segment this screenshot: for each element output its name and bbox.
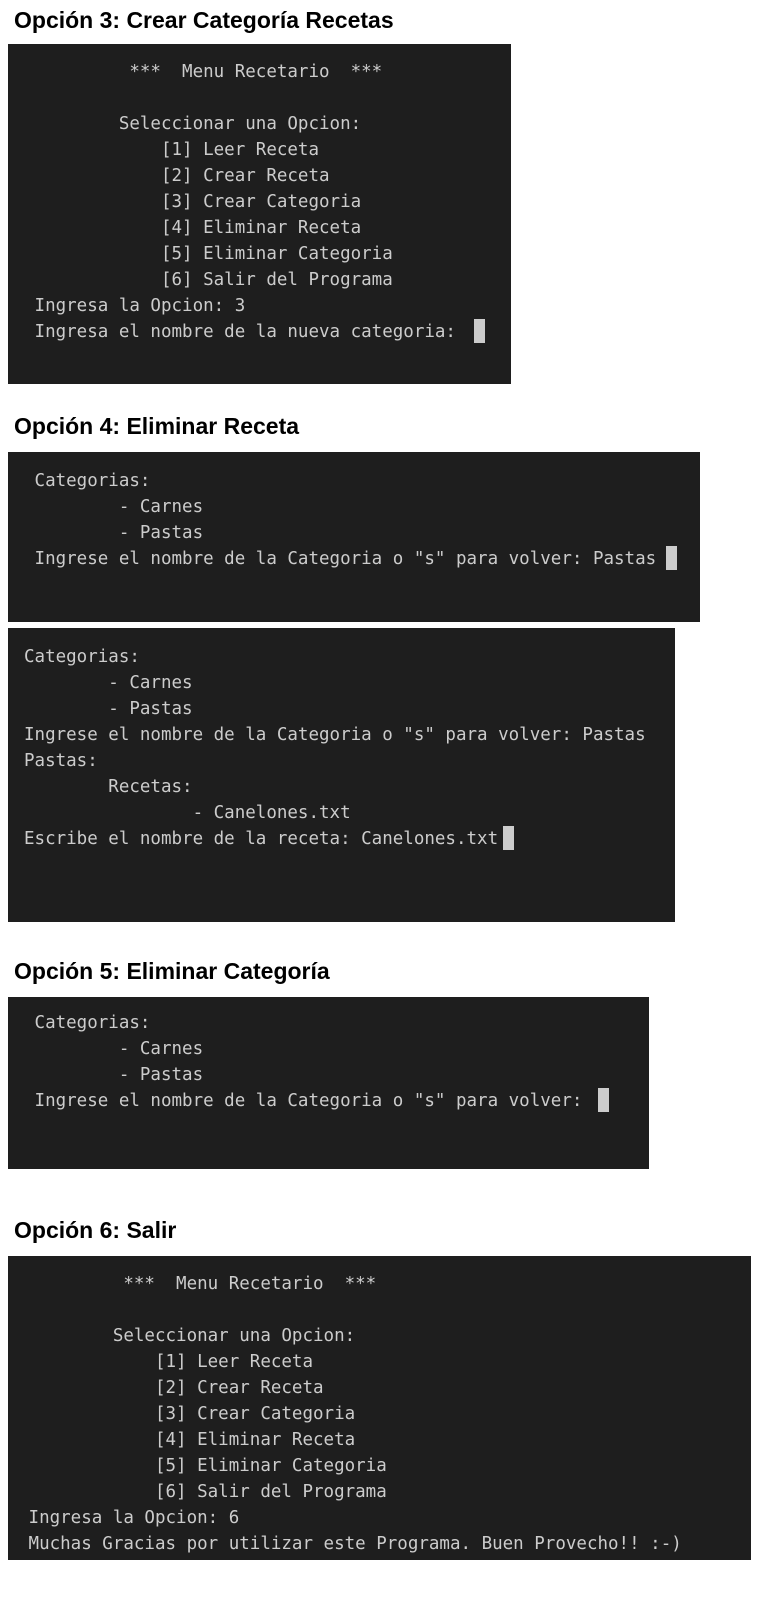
- terminal-line: Ingresa el nombre de la nueva categoria:: [24, 322, 467, 342]
- terminal-line: *** Menu Recetario ***: [24, 62, 383, 82]
- terminal-line: - Pastas: [24, 699, 193, 719]
- terminal-line: - Pastas: [24, 523, 204, 543]
- terminal-line: Ingrese el nombre de la Categoria o "s" …: [24, 725, 646, 745]
- terminal-line: [1] Leer Receta: [18, 1352, 314, 1372]
- terminal-line: [3] Crear Categoria: [24, 192, 362, 212]
- terminal-line: [6] Salir del Programa: [24, 270, 393, 290]
- terminal-line: Muchas Gracias por utilizar este Program…: [18, 1534, 682, 1554]
- terminal-line: Ingresa la Opcion: 6: [18, 1508, 240, 1528]
- section-heading-opcion-4: Opción 4: Eliminar Receta: [14, 413, 300, 439]
- section-heading-opcion-5: Opción 5: Eliminar Categoría: [14, 958, 330, 984]
- terminal-line: Seleccionar una Opcion:: [18, 1326, 356, 1346]
- terminal-line: - Carnes: [24, 497, 204, 517]
- section-heading-opcion-6: Opción 6: Salir: [14, 1217, 177, 1243]
- terminal-line: - Carnes: [24, 1039, 204, 1059]
- text-cursor: [503, 826, 514, 850]
- terminal-line: [5] Eliminar Categoria: [18, 1456, 387, 1476]
- terminal-line: [2] Crear Receta: [18, 1378, 324, 1398]
- text-cursor: [666, 546, 677, 570]
- terminal-opcion-6: *** Menu Recetario *** Seleccionar una O…: [8, 1256, 751, 1560]
- terminal-line: [3] Crear Categoria: [18, 1404, 356, 1424]
- terminal-line: - Pastas: [24, 1065, 204, 1085]
- terminal-line: [4] Eliminar Receta: [24, 218, 362, 238]
- terminal-line: Categorias:: [24, 1013, 151, 1033]
- terminal-line: [1] Leer Receta: [24, 140, 320, 160]
- terminal-line: - Canelones.txt: [24, 803, 351, 823]
- terminal-line: Ingresa la Opcion: 3: [24, 296, 246, 316]
- text-cursor: [474, 319, 485, 343]
- terminal-line: *** Menu Recetario ***: [18, 1274, 377, 1294]
- terminal-line: Ingrese el nombre de la Categoria o "s" …: [24, 549, 657, 569]
- terminal-line: - Carnes: [24, 673, 193, 693]
- terminal-opcion-4: Categorias: - Carnes - Pastas Ingrese el…: [8, 452, 700, 622]
- terminal-opcion-5: Categorias: - Carnes - Pastas Ingrese el…: [8, 997, 649, 1169]
- text-cursor: [598, 1088, 609, 1112]
- terminal-opcion-3: *** Menu Recetario *** Seleccionar una O…: [8, 44, 511, 384]
- terminal-line: [4] Eliminar Receta: [18, 1430, 356, 1450]
- terminal-line: [6] Salir del Programa: [18, 1482, 387, 1502]
- section-heading-opcion-3: Opción 3: Crear Categoría Recetas: [14, 7, 394, 33]
- terminal-line: Escribe el nombre de la receta: Canelone…: [24, 829, 499, 849]
- terminal-line: Recetas:: [24, 777, 193, 797]
- terminal-line: Categorias:: [24, 647, 140, 667]
- terminal-line: Seleccionar una Opcion:: [24, 114, 362, 134]
- terminal-line: Pastas:: [24, 751, 98, 771]
- terminal-line: Ingrese el nombre de la Categoria o "s" …: [24, 1091, 593, 1111]
- terminal-line: [5] Eliminar Categoria: [24, 244, 393, 264]
- terminal-line: Categorias:: [24, 471, 151, 491]
- terminal-opcion-4-receta: Categorias: - Carnes - Pastas Ingrese el…: [8, 628, 675, 922]
- terminal-line: [2] Crear Receta: [24, 166, 330, 186]
